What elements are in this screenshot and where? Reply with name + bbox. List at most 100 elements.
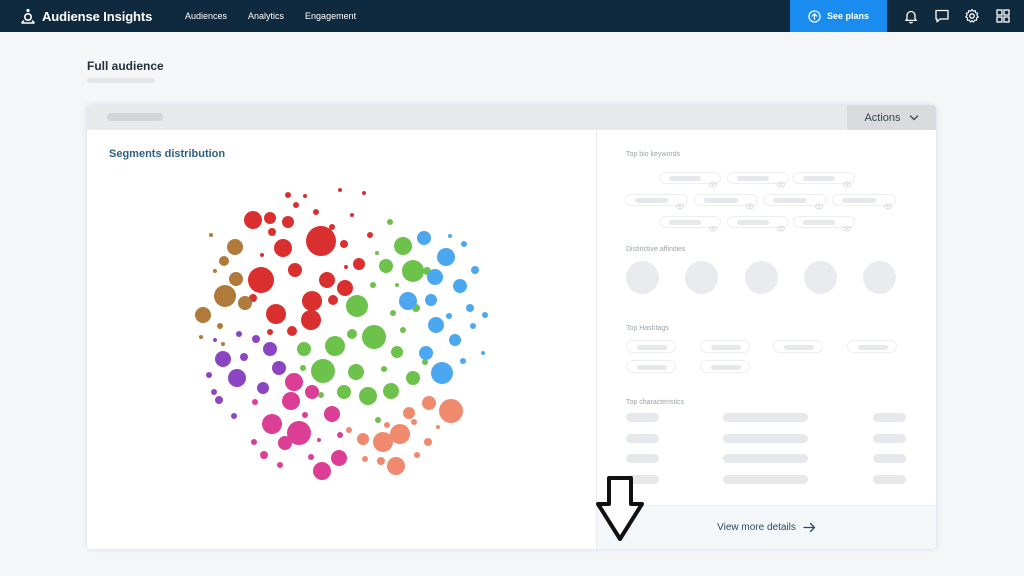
segment-bubble[interactable] xyxy=(449,334,461,346)
see-plans-button[interactable]: See plans xyxy=(790,0,887,32)
segment-bubble[interactable] xyxy=(251,439,257,445)
segment-bubble[interactable] xyxy=(317,438,321,442)
segment-bubble[interactable] xyxy=(350,213,354,217)
segment-bubble[interactable] xyxy=(340,240,348,248)
segment-bubble[interactable] xyxy=(414,452,420,458)
apps-grid-icon[interactable] xyxy=(995,8,1011,24)
segment-bubble[interactable] xyxy=(394,237,412,255)
segment-bubble[interactable] xyxy=(411,419,417,425)
segment-bubble[interactable] xyxy=(387,219,393,225)
segment-bubble[interactable] xyxy=(424,438,432,446)
segment-bubble[interactable] xyxy=(379,259,393,273)
segment-bubble[interactable] xyxy=(395,283,399,287)
segment-bubble[interactable] xyxy=(384,422,390,428)
segment-bubble[interactable] xyxy=(453,279,467,293)
segment-bubble[interactable] xyxy=(466,304,474,312)
segment-bubble[interactable] xyxy=(236,331,242,337)
segment-bubble[interactable] xyxy=(362,191,366,195)
segment-bubble[interactable] xyxy=(238,296,252,310)
segments-bubble-chart[interactable] xyxy=(87,130,596,549)
segment-bubble[interactable] xyxy=(428,317,444,333)
segment-bubble[interactable] xyxy=(282,216,294,228)
segment-bubble[interactable] xyxy=(252,335,260,343)
gear-icon[interactable] xyxy=(964,8,980,24)
segment-bubble[interactable] xyxy=(357,433,369,445)
segment-bubble[interactable] xyxy=(406,371,420,385)
segment-bubble[interactable] xyxy=(417,231,431,245)
segment-bubble[interactable] xyxy=(427,269,443,285)
segment-bubble[interactable] xyxy=(267,329,273,335)
segment-bubble[interactable] xyxy=(263,342,277,356)
segment-bubble[interactable] xyxy=(431,362,453,384)
segment-bubble[interactable] xyxy=(390,310,396,316)
segment-bubble[interactable] xyxy=(274,239,292,257)
segment-bubble[interactable] xyxy=(461,241,467,247)
segment-bubble[interactable] xyxy=(195,307,211,323)
segment-bubble[interactable] xyxy=(219,256,229,266)
segment-bubble[interactable] xyxy=(436,425,440,429)
segment-bubble[interactable] xyxy=(272,361,286,375)
segment-bubble[interactable] xyxy=(257,382,269,394)
segment-bubble[interactable] xyxy=(324,406,340,422)
segment-bubble[interactable] xyxy=(228,369,246,387)
segment-bubble[interactable] xyxy=(244,211,262,229)
segment-bubble[interactable] xyxy=(209,233,213,237)
segment-bubble[interactable] xyxy=(353,258,365,270)
segment-bubble[interactable] xyxy=(206,372,212,378)
segment-bubble[interactable] xyxy=(346,295,368,317)
segment-bubble[interactable] xyxy=(346,427,352,433)
chat-icon[interactable] xyxy=(934,8,950,24)
nav-analytics[interactable]: Analytics xyxy=(248,11,284,21)
segment-bubble[interactable] xyxy=(422,396,436,410)
segment-bubble[interactable] xyxy=(373,432,393,452)
segment-bubble[interactable] xyxy=(260,253,264,257)
segment-bubble[interactable] xyxy=(375,251,379,255)
segment-bubble[interactable] xyxy=(362,456,368,462)
segment-bubble[interactable] xyxy=(215,351,231,367)
segment-bubble[interactable] xyxy=(285,373,303,391)
segment-bubble[interactable] xyxy=(266,304,286,324)
segment-bubble[interactable] xyxy=(306,226,336,256)
segment-bubble[interactable] xyxy=(199,335,203,339)
segment-bubble[interactable] xyxy=(221,342,225,346)
segment-bubble[interactable] xyxy=(211,389,217,395)
segment-bubble[interactable] xyxy=(282,392,300,410)
segment-bubble[interactable] xyxy=(305,385,319,399)
segment-bubble[interactable] xyxy=(419,346,433,360)
view-more-details-button[interactable]: View more details xyxy=(597,505,936,549)
segment-bubble[interactable] xyxy=(403,407,415,419)
segment-bubble[interactable] xyxy=(240,353,248,361)
segment-bubble[interactable] xyxy=(252,399,258,405)
segment-bubble[interactable] xyxy=(248,267,274,293)
segment-bubble[interactable] xyxy=(367,232,373,238)
actions-button[interactable]: Actions xyxy=(847,105,936,130)
segment-bubble[interactable] xyxy=(446,313,452,319)
segment-bubble[interactable] xyxy=(300,365,306,371)
segment-bubble[interactable] xyxy=(470,323,476,329)
segment-bubble[interactable] xyxy=(387,457,405,475)
segment-bubble[interactable] xyxy=(370,282,376,288)
nav-engagement[interactable]: Engagement xyxy=(305,11,356,21)
segment-bubble[interactable] xyxy=(390,424,410,444)
segment-bubble[interactable] xyxy=(460,358,466,364)
segment-bubble[interactable] xyxy=(399,292,417,310)
segment-bubble[interactable] xyxy=(302,412,308,418)
segment-bubble[interactable] xyxy=(303,194,307,198)
segment-bubble[interactable] xyxy=(448,234,452,238)
segment-bubble[interactable] xyxy=(359,387,377,405)
segment-bubble[interactable] xyxy=(337,432,343,438)
segment-bubble[interactable] xyxy=(213,338,217,342)
segment-bubble[interactable] xyxy=(285,192,291,198)
segment-bubble[interactable] xyxy=(437,248,455,266)
segment-bubble[interactable] xyxy=(302,291,322,311)
segment-bubble[interactable] xyxy=(338,188,342,192)
segment-bubble[interactable] xyxy=(391,346,403,358)
segment-bubble[interactable] xyxy=(381,366,387,372)
segment-bubble[interactable] xyxy=(400,327,406,333)
segment-bubble[interactable] xyxy=(268,228,276,236)
segment-bubble[interactable] xyxy=(217,323,223,329)
segment-bubble[interactable] xyxy=(260,451,268,459)
segment-bubble[interactable] xyxy=(482,312,488,318)
brand[interactable]: Audiense Insights xyxy=(20,6,152,26)
segment-bubble[interactable] xyxy=(278,436,292,450)
